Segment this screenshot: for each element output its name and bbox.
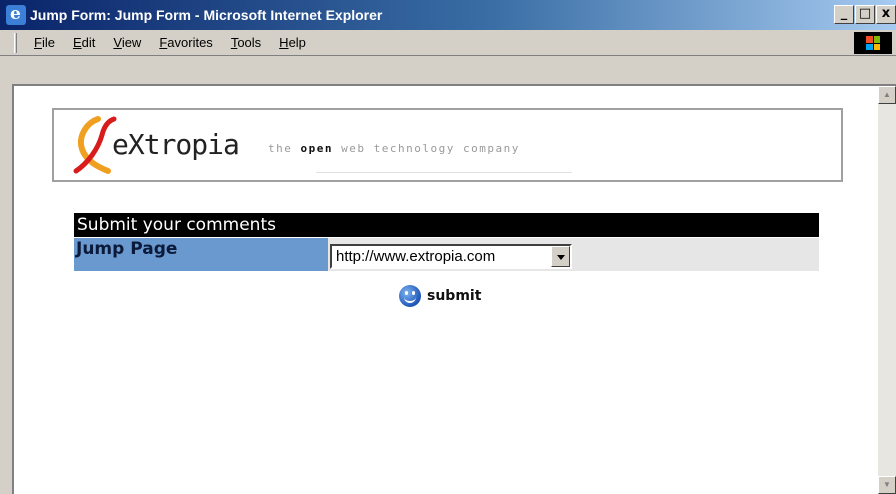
title-bar: Jump Form: Jump Form - Microsoft Interne…	[0, 0, 896, 30]
submit-button[interactable]: submit	[399, 285, 481, 307]
jump-page-select-value: http://www.extropia.com	[336, 248, 496, 265]
ie-icon	[6, 4, 26, 25]
menu-bar: File Edit View Favorites Tools Help	[0, 30, 896, 56]
window-title: Jump Form: Jump Form - Microsoft Interne…	[30, 7, 383, 23]
windows-logo-icon	[854, 32, 892, 54]
menu-help[interactable]: Help	[270, 35, 315, 50]
form-row-jump-page: Jump Page http://www.extropia.com	[74, 238, 819, 271]
window-controls: _ □ x	[834, 5, 896, 24]
menu-tools[interactable]: Tools	[222, 35, 270, 50]
toolbar-grip[interactable]	[14, 32, 17, 53]
dropdown-arrow-icon[interactable]	[551, 246, 570, 267]
vertical-scrollbar[interactable]: ▲ ▼	[878, 86, 896, 494]
scroll-down-icon[interactable]: ▼	[878, 476, 896, 494]
scroll-up-icon[interactable]: ▲	[878, 86, 896, 104]
menu-view[interactable]: View	[104, 35, 150, 50]
submit-label: submit	[427, 288, 482, 304]
jump-page-select[interactable]: http://www.extropia.com	[330, 244, 572, 269]
menu-file[interactable]: File	[25, 35, 64, 50]
jump-page-label: Jump Page	[74, 238, 328, 271]
maximize-button[interactable]: □	[855, 5, 875, 24]
smiley-icon	[399, 285, 421, 307]
tagline-rule	[316, 172, 572, 173]
tagline: the open web technology company	[268, 142, 520, 155]
form-header: Submit your comments	[74, 213, 819, 237]
menu-edit[interactable]: Edit	[64, 35, 104, 50]
logo-wordmark: eXtropia	[112, 128, 240, 161]
jump-page-field: http://www.extropia.com	[328, 238, 819, 271]
page-viewport: eXtropia the open web technology company…	[12, 84, 896, 494]
close-button[interactable]: x	[876, 5, 896, 24]
minimize-button[interactable]: _	[834, 5, 854, 24]
extropia-banner: eXtropia the open web technology company	[52, 108, 843, 182]
menu-favorites[interactable]: Favorites	[150, 35, 221, 50]
